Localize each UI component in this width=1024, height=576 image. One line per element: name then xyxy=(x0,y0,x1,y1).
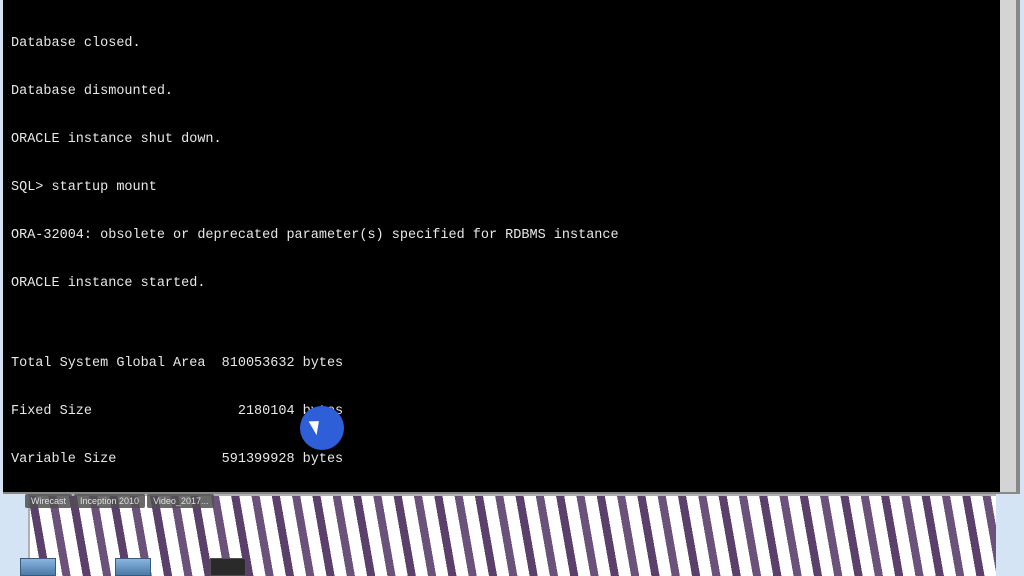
desktop-icon[interactable] xyxy=(20,556,60,576)
terminal-line: ORA-32004: obsolete or deprecated parame… xyxy=(11,228,1008,244)
terminal-line: SQL> startup mount xyxy=(11,180,1008,196)
desktop-icon[interactable] xyxy=(115,556,155,576)
taskbar-item[interactable]: Video_2017... xyxy=(147,494,214,508)
terminal-window[interactable]: Database closed. Database dismounted. OR… xyxy=(3,0,1020,494)
terminal-line: Fixed Size 2180104 bytes xyxy=(11,404,1008,420)
terminal-line: ORACLE instance shut down. xyxy=(11,132,1008,148)
desktop-icon[interactable] xyxy=(210,556,250,576)
terminal-line: ORACLE instance started. xyxy=(11,276,1008,292)
terminal-scrollbar[interactable] xyxy=(1000,0,1016,492)
terminal-content[interactable]: Database closed. Database dismounted. OR… xyxy=(3,0,1016,494)
taskbar-item[interactable]: Wirecast xyxy=(25,494,72,508)
desktop-icons xyxy=(20,556,250,576)
taskbar: Wirecast Inception 2010 Video_2017... xyxy=(25,494,214,508)
terminal-line: Total System Global Area 810053632 bytes xyxy=(11,356,1008,372)
terminal-line: Variable Size 591399928 bytes xyxy=(11,452,1008,468)
taskbar-item[interactable]: Inception 2010 xyxy=(74,494,145,508)
terminal-line: Database closed. xyxy=(11,36,1008,52)
folder-icon xyxy=(115,558,151,576)
video-icon xyxy=(210,558,246,576)
terminal-line: Database dismounted. xyxy=(11,84,1008,100)
folder-icon xyxy=(20,558,56,576)
